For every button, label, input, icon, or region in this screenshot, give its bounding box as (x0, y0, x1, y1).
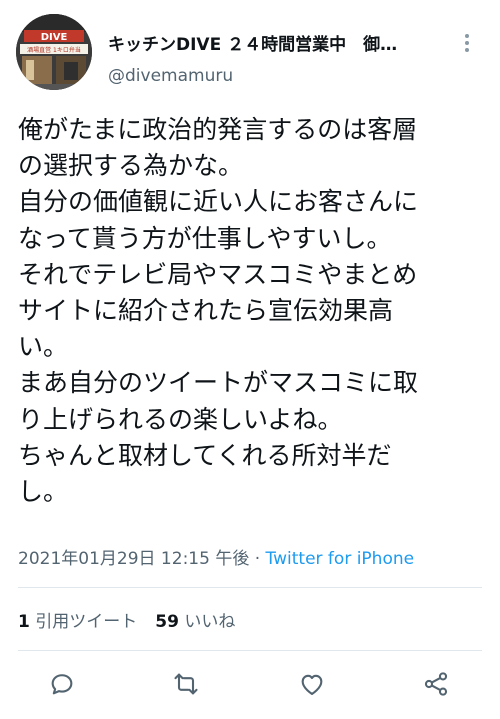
author-display-name[interactable]: キッチンDIVE ２４時間営業中 御… (108, 30, 438, 55)
divider (18, 587, 482, 588)
avatar-image: DIVE 酒場直営 1キロ弁当 (16, 14, 92, 90)
like-count: 59 (155, 612, 179, 632)
tweet-text-line: し。 (18, 477, 69, 507)
more-options-icon[interactable] (462, 34, 472, 54)
tweet-text-line: り上げられるの楽しいよね。 (18, 404, 343, 434)
author-handle[interactable]: @divemamuru (108, 66, 233, 86)
avatar-subtext: 酒場直営 1キロ弁当 (27, 46, 81, 54)
tweet-text-line: サイトに紹介されたら宣伝効果高 (18, 296, 394, 326)
tweet-text-line: なって貰う方が仕事しやすいし。 (18, 223, 392, 253)
tweet-text: 俺がたまに政治的発言するのは客層 の選択する為かな。 自分の価値観に近い人にお客… (18, 112, 488, 510)
reply-icon[interactable] (46, 668, 78, 700)
tweet-text-line: まあ自分のツイートがマスコミに取 (18, 368, 419, 398)
tweet-text-line: それでテレビ局やマスコミやまとめ (18, 259, 418, 289)
quote-tweets-stat[interactable]: 1 引用ツイート (18, 612, 137, 632)
quote-label: 引用ツイート (35, 612, 138, 632)
like-label: いいね (184, 612, 236, 632)
tweet-header: DIVE 酒場直営 1キロ弁当 キッチンDIVE ２４時間営業中 御… @div… (0, 0, 500, 100)
tweet-text-line: 自分の価値観に近い人にお客さんに (18, 187, 419, 217)
tweet-actions (0, 660, 500, 710)
avatar-sign-text: DIVE (41, 32, 68, 43)
tweet-timestamp[interactable]: 2021年01月29日 12:15 午後 (18, 549, 249, 569)
likes-stat[interactable]: 59 いいね (155, 612, 235, 632)
tweet-stats: 1 引用ツイート 59 いいね (18, 607, 235, 632)
tweet-text-line: い。 (18, 332, 69, 362)
divider (18, 650, 482, 651)
quote-count: 1 (18, 612, 30, 632)
tweet-text-line: 俺がたまに政治的発言するのは客層 (18, 115, 418, 144)
meta-separator: · (249, 549, 266, 569)
tweet-meta: 2021年01月29日 12:15 午後 · Twitter for iPhon… (18, 544, 414, 569)
share-icon[interactable] (420, 668, 452, 700)
tweet-text-line: の選択する為かな。 (18, 151, 244, 181)
retweet-icon[interactable] (170, 668, 202, 700)
avatar[interactable]: DIVE 酒場直営 1キロ弁当 (16, 14, 92, 90)
like-icon[interactable] (296, 668, 328, 700)
tweet-text-line: ちゃんと取材してくれる所対半だ (18, 440, 392, 470)
tweet-source-link[interactable]: Twitter for iPhone (266, 549, 415, 569)
